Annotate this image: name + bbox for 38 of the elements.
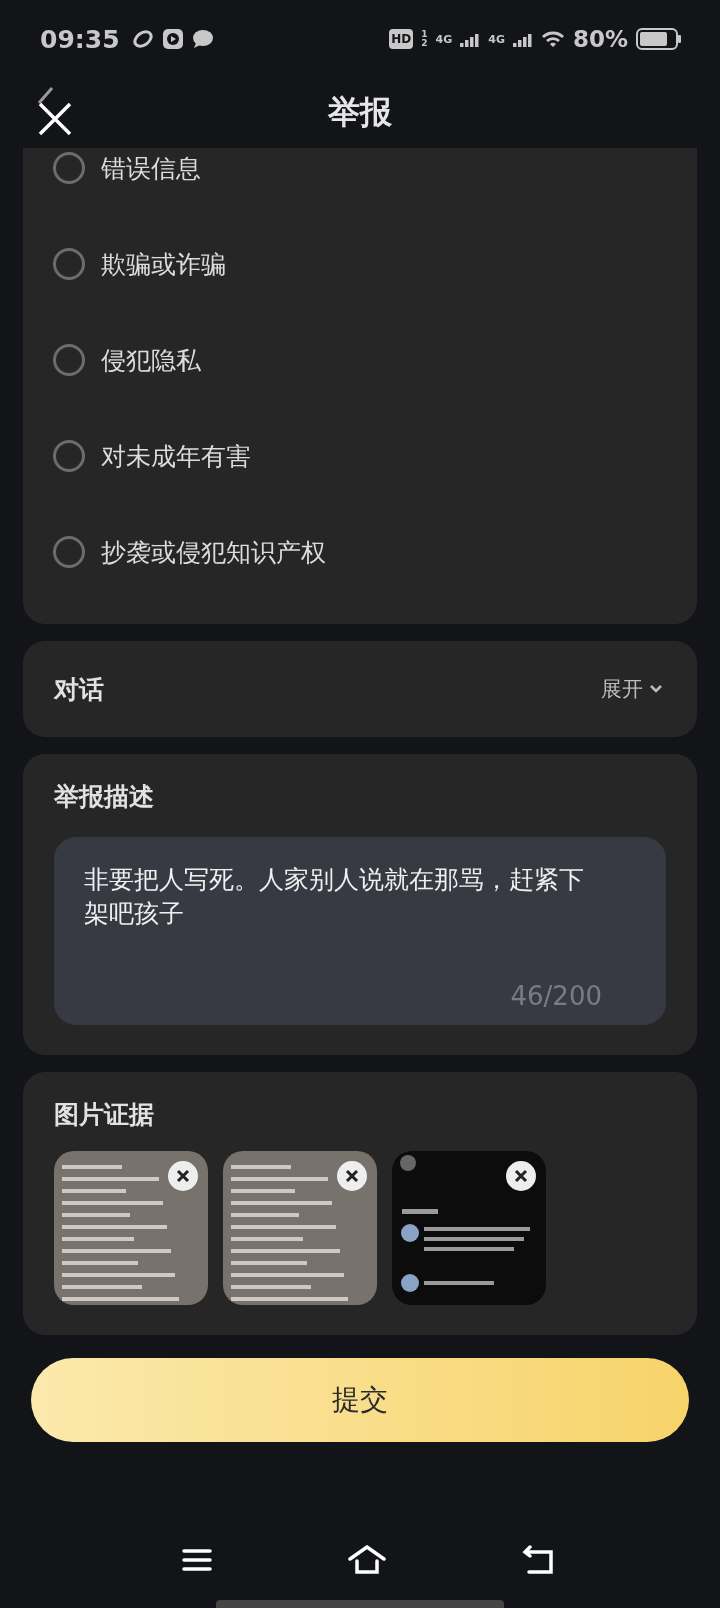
network-type: 4G bbox=[435, 33, 453, 45]
section-title: 图片证据 bbox=[54, 1099, 155, 1131]
chat-bubble-icon bbox=[191, 29, 214, 49]
battery-percent: 80% bbox=[572, 26, 628, 52]
reason-label: 抄袭或侵犯知识产权 bbox=[101, 536, 326, 569]
play-icon bbox=[161, 28, 184, 50]
sync-icon bbox=[131, 28, 154, 50]
signal-icon bbox=[512, 31, 533, 47]
section-title: 举报描述 bbox=[54, 781, 155, 813]
radio-button[interactable] bbox=[53, 344, 85, 376]
menu-icon[interactable] bbox=[182, 1548, 212, 1572]
sim-slot-number: 1 bbox=[421, 30, 428, 39]
wifi-icon bbox=[540, 29, 565, 49]
reason-label: 对未成年有害 bbox=[101, 440, 251, 473]
close-icon bbox=[176, 1169, 190, 1183]
radio-button[interactable] bbox=[53, 248, 85, 280]
expand-button[interactable]: 展开 bbox=[601, 675, 663, 703]
chevron-icon bbox=[649, 684, 663, 694]
home-icon[interactable] bbox=[348, 1545, 386, 1575]
page-title: 举报 bbox=[328, 92, 392, 133]
submit-button[interactable]: 提交 bbox=[31, 1358, 689, 1442]
reason-label: 侵犯隐私 bbox=[101, 344, 201, 377]
close-icon bbox=[514, 1169, 528, 1183]
radio-button[interactable] bbox=[53, 440, 85, 472]
status-time: 09:35 bbox=[40, 24, 120, 54]
signal-icon bbox=[460, 31, 481, 47]
description-field[interactable]: 非要把人写死。人家别人说就在那骂，赶紧下架吧孩子 46/200 bbox=[54, 837, 666, 1025]
radio-button[interactable] bbox=[53, 536, 85, 568]
hd-badge: HD bbox=[389, 29, 414, 49]
section-title: 对话 bbox=[54, 673, 104, 706]
radio-button[interactable] bbox=[53, 152, 85, 184]
sim-slot-number: 2 bbox=[421, 39, 428, 48]
reason-label: 错误信息 bbox=[101, 152, 201, 185]
network-type: 4G bbox=[488, 33, 505, 45]
battery-icon bbox=[636, 28, 682, 50]
close-icon bbox=[345, 1169, 359, 1183]
reason-label: 欺骗或诈骗 bbox=[101, 248, 226, 281]
back-icon[interactable] bbox=[522, 1545, 554, 1575]
